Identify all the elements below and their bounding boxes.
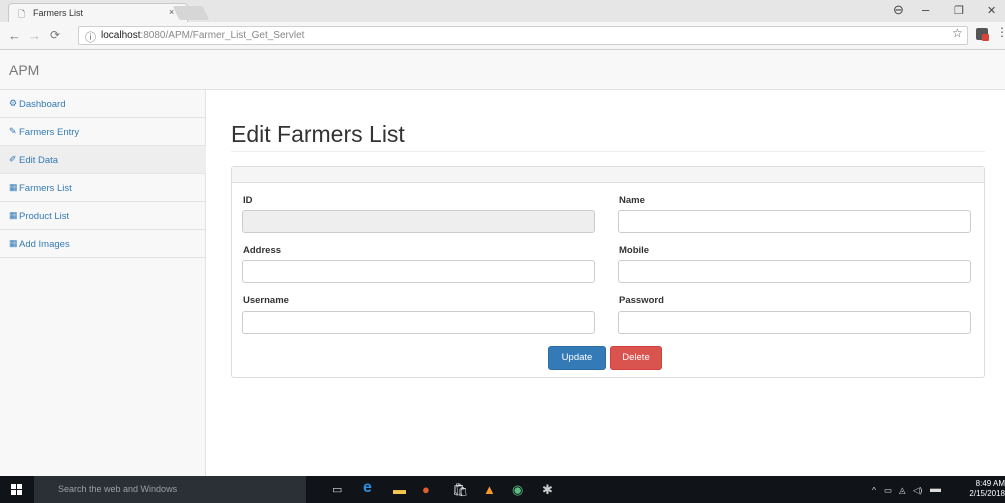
windows-taskbar: Search the web and Windows ▭ e ▬ ● 🛍 ▲ ◉… bbox=[0, 476, 1005, 503]
clock-time: 8:49 AM bbox=[975, 479, 1005, 488]
clock-date: 2/15/2018 bbox=[969, 489, 1005, 498]
address-field[interactable] bbox=[242, 260, 595, 283]
sidebar-item-edit-data[interactable]: ✐ Edit Data bbox=[0, 146, 206, 174]
start-button[interactable] bbox=[0, 476, 34, 503]
sidebar-item-label: Product List bbox=[19, 211, 70, 222]
vlc-icon[interactable]: ▲ bbox=[483, 482, 496, 497]
page-icon: 🗋 bbox=[18, 9, 26, 19]
browser-menu-icon[interactable]: ⋮ bbox=[996, 25, 1005, 39]
task-view-icon[interactable]: ▭ bbox=[332, 483, 342, 498]
name-field[interactable] bbox=[618, 210, 971, 233]
url-text: localhost:8080/APM/Farmer_List_Get_Servl… bbox=[101, 30, 305, 41]
browser-toolbar: ← → ⟳ ⓘ localhost:8080/APM/Farmer_List_G… bbox=[0, 22, 1005, 50]
sidebar-item-product-list[interactable]: ▦ Product List bbox=[0, 202, 206, 230]
search-placeholder: Search the web and Windows bbox=[58, 484, 178, 494]
update-button[interactable]: Update bbox=[548, 346, 606, 370]
new-tab-button[interactable] bbox=[172, 6, 210, 20]
close-window-button[interactable]: ✕ bbox=[987, 4, 996, 17]
sidebar-item-dashboard[interactable]: ⚙ Dashboard bbox=[0, 90, 206, 118]
browser-tab-strip: 🗋 Farmers List × ⊖ – ❐ ✕ bbox=[0, 0, 1005, 22]
password-label: Password bbox=[619, 295, 664, 306]
app-icon[interactable]: ◉ bbox=[512, 482, 523, 497]
panel-heading bbox=[232, 167, 984, 183]
back-icon[interactable]: ← bbox=[8, 28, 21, 43]
windows-logo-icon bbox=[11, 484, 23, 495]
maximize-button[interactable]: ❐ bbox=[954, 4, 964, 17]
dashboard-icon: ⚙ bbox=[9, 98, 18, 108]
app-navbar: APM bbox=[0, 50, 1005, 90]
notifications-icon[interactable]: ▬ bbox=[930, 483, 941, 495]
sidebar-item-label: Edit Data bbox=[19, 155, 59, 166]
sidebar-item-label: Farmers List bbox=[19, 183, 72, 194]
battery-icon[interactable]: ▭ bbox=[884, 485, 892, 496]
username-field[interactable] bbox=[242, 311, 595, 334]
settings-icon[interactable]: ✱ bbox=[542, 482, 553, 497]
taskbar-search[interactable]: Search the web and Windows bbox=[34, 476, 306, 503]
delete-button[interactable]: Delete bbox=[610, 346, 662, 370]
id-field[interactable] bbox=[242, 210, 595, 233]
file-explorer-icon[interactable]: ▬ bbox=[393, 482, 406, 497]
tray-overflow-icon[interactable]: ^ bbox=[872, 485, 876, 495]
wrench-icon: ✐ bbox=[9, 154, 17, 164]
reload-icon[interactable]: ⟳ bbox=[50, 28, 60, 42]
table-icon: ▦ bbox=[9, 182, 18, 192]
sidebar-item-label: Dashboard bbox=[19, 99, 66, 110]
edit-icon: ✎ bbox=[9, 126, 17, 136]
network-icon[interactable]: ◬ bbox=[899, 485, 906, 496]
password-field[interactable] bbox=[618, 311, 971, 334]
page-title: Edit Farmers List bbox=[231, 121, 405, 147]
sidebar-item-farmers-list[interactable]: ▦ Farmers List bbox=[0, 174, 206, 202]
title-divider bbox=[231, 151, 985, 152]
address-bar[interactable]: ⓘ localhost:8080/APM/Farmer_List_Get_Ser… bbox=[78, 26, 968, 45]
forward-icon[interactable]: → bbox=[28, 28, 41, 43]
username-label: Username bbox=[243, 295, 289, 306]
info-icon[interactable]: ⓘ bbox=[85, 29, 96, 45]
browser-tab[interactable]: 🗋 Farmers List × bbox=[8, 3, 188, 22]
edge-browser-icon[interactable]: e bbox=[363, 480, 372, 496]
tab-title: Farmers List bbox=[33, 8, 84, 18]
sidebar: ⚙ Dashboard ✎ Farmers Entry ✐ Edit Data … bbox=[0, 90, 206, 476]
volume-icon[interactable]: ◁) bbox=[913, 485, 922, 496]
name-label: Name bbox=[619, 195, 645, 206]
sidebar-item-label: Add Images bbox=[19, 239, 70, 250]
account-icon[interactable]: ⊖ bbox=[893, 2, 904, 18]
minimize-button[interactable]: – bbox=[922, 2, 929, 17]
sidebar-item-farmers-entry[interactable]: ✎ Farmers Entry bbox=[0, 118, 206, 146]
table-icon: ▦ bbox=[9, 210, 18, 220]
sidebar-item-label: Farmers Entry bbox=[19, 127, 80, 138]
mobile-label: Mobile bbox=[619, 245, 650, 256]
sidebar-item-add-images[interactable]: ▦ Add Images bbox=[0, 230, 206, 258]
address-label: Address bbox=[243, 245, 282, 256]
extension-badge bbox=[982, 34, 989, 41]
chrome-icon[interactable]: ● bbox=[422, 482, 430, 497]
taskbar-clock[interactable]: 8:49 AM 2/15/2018 bbox=[968, 479, 1005, 499]
bookmark-star-icon[interactable]: ☆ bbox=[952, 26, 963, 40]
table-icon: ▦ bbox=[9, 238, 18, 248]
store-icon[interactable]: 🛍 bbox=[452, 482, 469, 497]
app-brand[interactable]: APM bbox=[9, 62, 39, 78]
mobile-field[interactable] bbox=[618, 260, 971, 283]
id-label: ID bbox=[243, 195, 253, 206]
